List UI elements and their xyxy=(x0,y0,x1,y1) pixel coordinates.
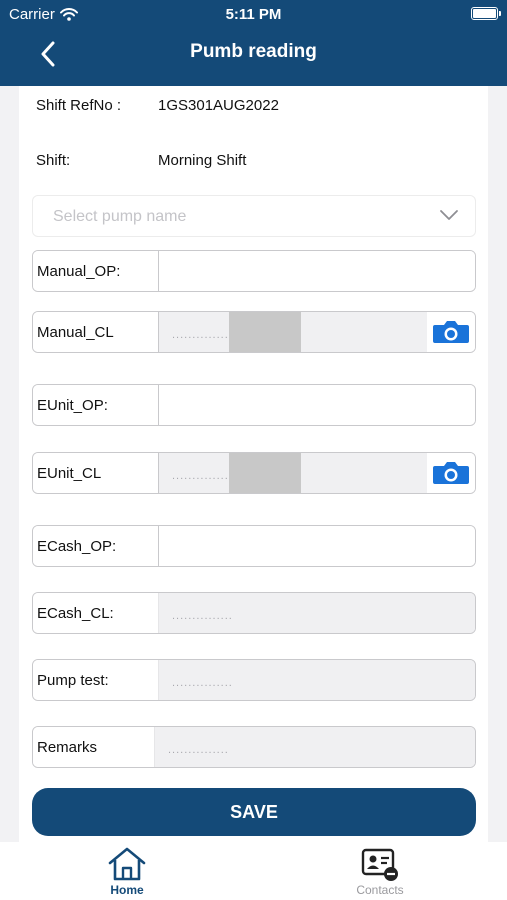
remarks-field: Remarks ............... xyxy=(32,726,476,768)
tab-contacts[interactable]: Contacts xyxy=(320,842,440,900)
pump-test-input[interactable]: ............... xyxy=(159,660,475,700)
pump-test-value: ............... xyxy=(172,677,233,689)
tab-home[interactable]: Home xyxy=(67,842,187,900)
pump-select-placeholder: Select pump name xyxy=(53,208,187,225)
status-bar: Carrier 5:11 PM xyxy=(0,0,507,28)
pump-name-select[interactable]: Select pump name xyxy=(32,195,476,237)
ecash-cl-value: ............... xyxy=(172,610,233,622)
tab-contacts-label: Contacts xyxy=(356,883,404,897)
remarks-input[interactable]: ............... xyxy=(155,727,475,767)
manual-cl-value: ............... xyxy=(172,329,233,341)
contact-card-icon xyxy=(361,848,398,881)
battery-icon xyxy=(471,7,501,20)
page-title: Pumb reading xyxy=(190,41,317,62)
camera-icon xyxy=(433,321,469,343)
ecash-op-label: ECash_OP: xyxy=(33,526,158,566)
shift-refno-label: Shift RefNo : xyxy=(36,97,122,114)
manual-cl-photo-preview xyxy=(229,312,301,352)
pump-test-label: Pump test: xyxy=(33,660,158,700)
remarks-value: ............... xyxy=(168,744,229,756)
eunit-op-field: EUnit_OP: xyxy=(32,384,476,426)
tab-bar: Home Contacts xyxy=(0,842,507,900)
nav-bar: Pumb reading xyxy=(0,28,507,86)
eunit-cl-field: EUnit_CL ............... xyxy=(32,452,476,494)
ecash-op-field: ECash_OP: xyxy=(32,525,476,567)
shift-refno-value: 1GS301AUG2022 xyxy=(158,97,279,114)
eunit-op-label: EUnit_OP: xyxy=(33,385,158,425)
shift-value: Morning Shift xyxy=(158,152,247,169)
eunit-cl-value: ............... xyxy=(172,470,233,482)
ecash-cl-label: ECash_CL: xyxy=(33,593,158,633)
eunit-cl-photo-preview xyxy=(229,453,301,493)
manual-op-label: Manual_OP: xyxy=(33,251,158,291)
manual-cl-field: Manual_CL ............... xyxy=(32,311,476,353)
status-time: 5:11 PM xyxy=(225,6,282,23)
remarks-label: Remarks xyxy=(33,727,154,767)
eunit-op-input[interactable] xyxy=(159,385,475,425)
manual-cl-camera-button[interactable] xyxy=(427,312,475,352)
eunit-cl-label: EUnit_CL xyxy=(33,453,158,493)
shift-label: Shift: xyxy=(36,152,71,169)
save-button[interactable]: SAVE xyxy=(32,788,476,836)
manual-op-input[interactable] xyxy=(159,251,475,291)
eunit-cl-camera-button[interactable] xyxy=(427,453,475,493)
ecash-cl-input[interactable]: ............... xyxy=(159,593,475,633)
camera-icon xyxy=(433,462,469,484)
pump-test-field: Pump test: ............... xyxy=(32,659,476,701)
top-bar: Carrier 5:11 PM Pumb reading xyxy=(0,0,507,86)
manual-cl-label: Manual_CL xyxy=(33,312,158,352)
chevron-down-icon xyxy=(440,210,458,220)
home-icon xyxy=(108,847,146,881)
tab-home-label: Home xyxy=(110,883,144,897)
ecash-op-input[interactable] xyxy=(159,526,475,566)
manual-op-field: Manual_OP: xyxy=(32,250,476,292)
ecash-cl-field: ECash_CL: ............... xyxy=(32,592,476,634)
